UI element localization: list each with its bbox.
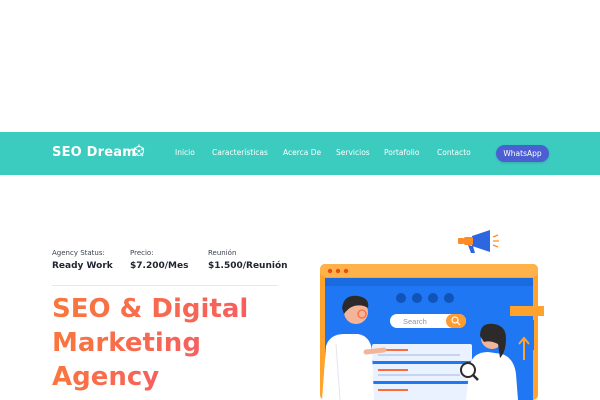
stats-divider: [52, 285, 278, 286]
price-label: Precio:: [130, 249, 154, 257]
result-cards: [372, 344, 472, 400]
brand-logo-icon: [133, 144, 145, 157]
hero-headline-line-2: Marketing: [52, 328, 201, 358]
hero-headline-line-1: SEO & Digital: [52, 294, 249, 324]
nav-item-caracteristicas[interactable]: Características: [212, 148, 268, 157]
illustration-search-text: Search: [403, 317, 427, 326]
agency-status-label: Agency Status:: [52, 249, 105, 257]
brand-logo-text[interactable]: SEO Dream: [52, 145, 136, 160]
whatsapp-button[interactable]: WhatsApp: [496, 145, 549, 162]
illustration-search-bar: Search: [390, 314, 466, 328]
hero-headline-line-3: Agency: [52, 362, 160, 392]
nav-item-servicios[interactable]: Servicios: [336, 148, 370, 157]
nav-item-portafolio[interactable]: Portafolio: [384, 148, 419, 157]
nav-item-contacto[interactable]: Contacto: [437, 148, 471, 157]
seo-illustration: Search: [320, 230, 544, 400]
megaphone-icon: [458, 230, 499, 253]
meeting-label: Reunión: [208, 249, 237, 257]
nav-item-acerca-de[interactable]: Acerca De: [283, 148, 321, 157]
agency-status-value: Ready Work: [52, 261, 113, 271]
price-value: $7.200/Mes: [130, 261, 189, 271]
meeting-value: $1.500/Reunión: [208, 261, 288, 271]
nav-item-inicio[interactable]: Inicio: [175, 148, 195, 157]
